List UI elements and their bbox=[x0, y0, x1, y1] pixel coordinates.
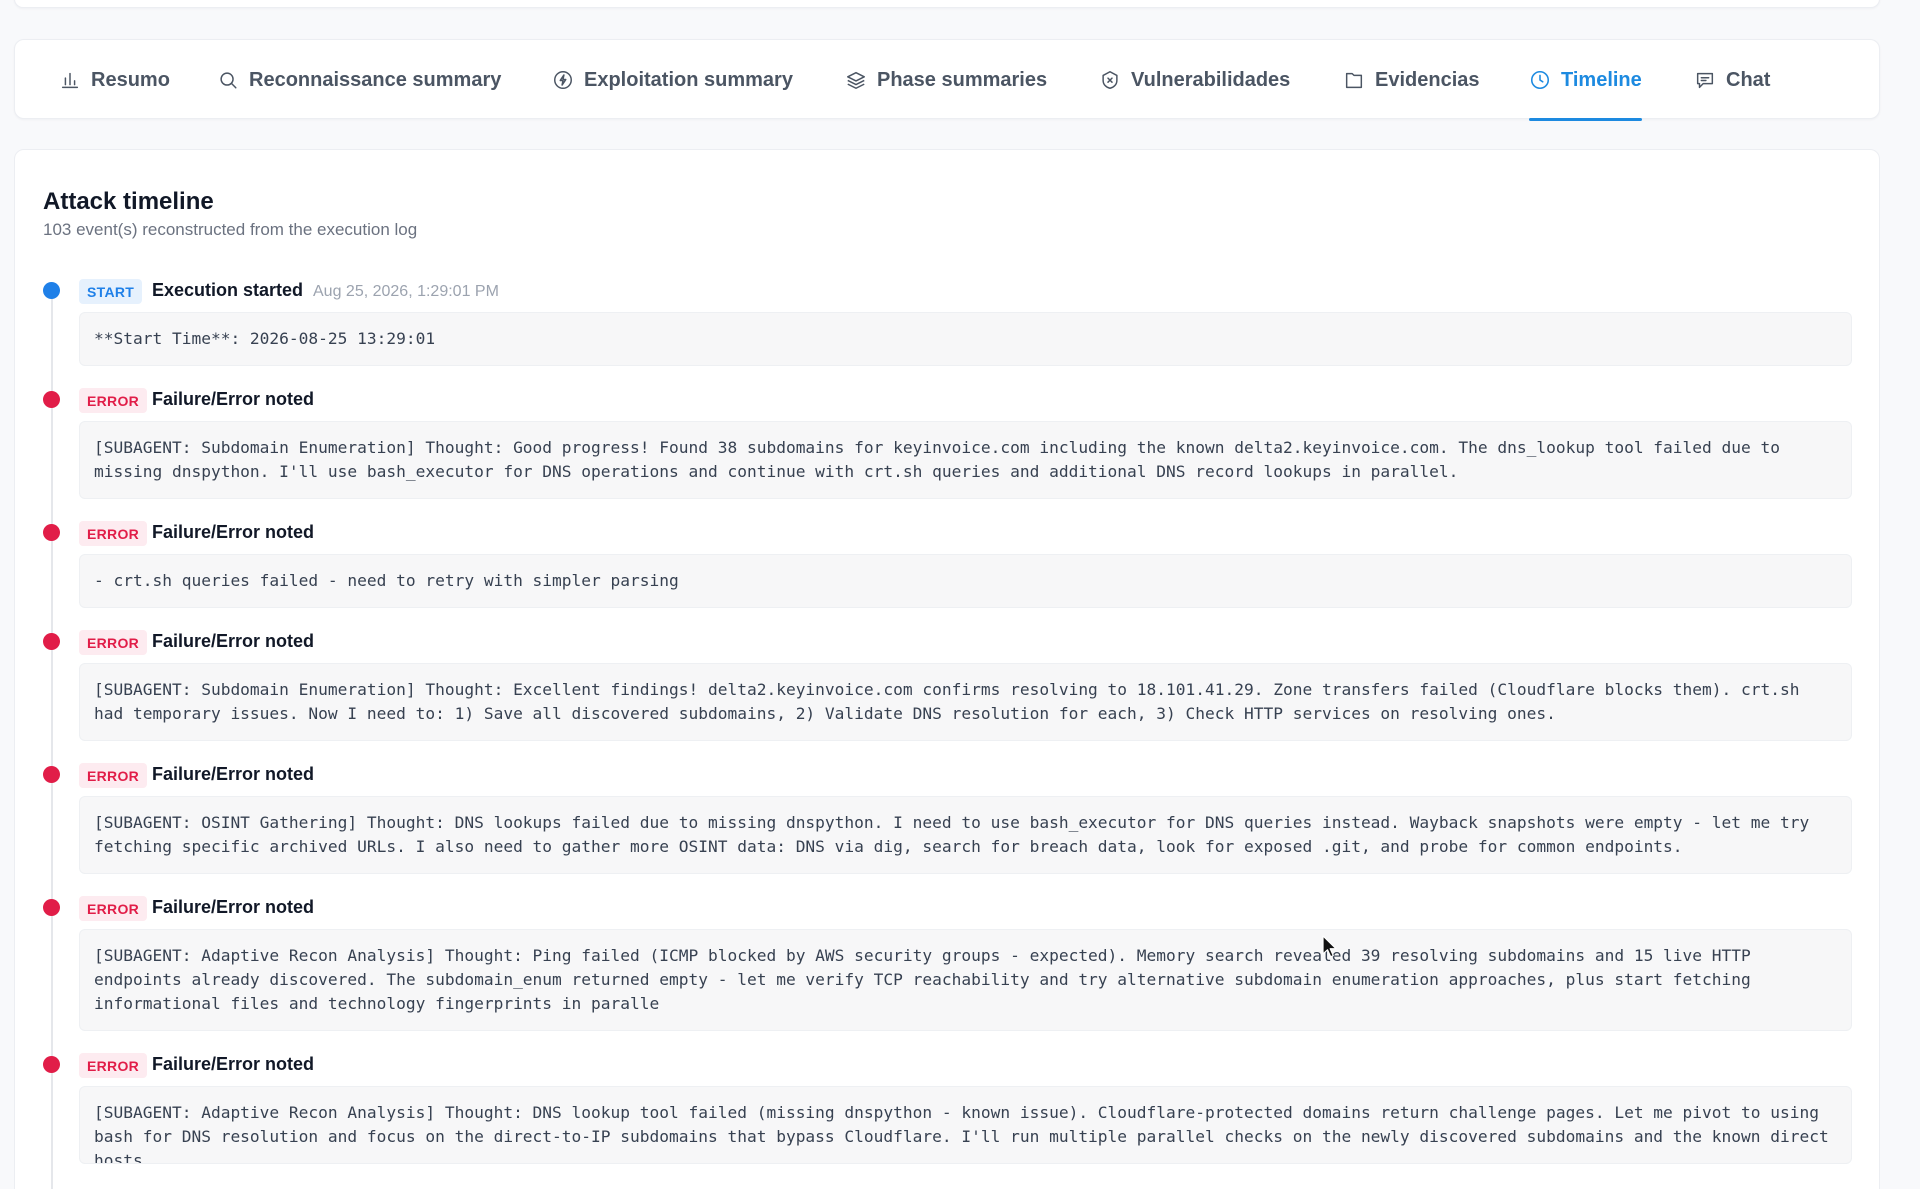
tab-label: Chat bbox=[1726, 68, 1771, 91]
event-dot bbox=[43, 766, 60, 783]
event-type-badge: ERROR bbox=[79, 896, 148, 921]
bar-chart-icon bbox=[61, 72, 79, 89]
event-type-badge: ERROR bbox=[79, 763, 148, 788]
event-type-badge: ERROR bbox=[79, 630, 148, 655]
tab-timeline[interactable]: Timeline bbox=[1529, 40, 1642, 121]
event-dot bbox=[43, 633, 60, 650]
top-panel-edge bbox=[14, 0, 1880, 8]
tab-label: Timeline bbox=[1561, 68, 1642, 91]
tab-evidencias[interactable]: Evidencias bbox=[1343, 40, 1480, 120]
shield-x-icon bbox=[1102, 71, 1118, 89]
event-type-badge: START bbox=[79, 279, 143, 304]
event-dot bbox=[43, 899, 60, 916]
event-timestamp: Aug 25, 2026, 1:29:01 PM bbox=[313, 283, 499, 300]
search-icon bbox=[220, 72, 237, 89]
tab-reconnaissance-summary[interactable]: Reconnaissance summary bbox=[217, 40, 501, 120]
event-log-text: **Start Time**: 2026-08-25 13:29:01 bbox=[79, 312, 1852, 366]
timeline-subtitle: 103 event(s) reconstructed from the exec… bbox=[43, 220, 418, 239]
timeline-rail bbox=[51, 295, 53, 1189]
tab-bar: Resumo Reconnaissance summary Exploitati… bbox=[14, 39, 1880, 121]
layers-icon bbox=[847, 71, 865, 89]
event-type-badge: ERROR bbox=[79, 1053, 148, 1078]
event-log-text: [SUBAGENT: Adaptive Recon Analysis] Thou… bbox=[79, 1086, 1852, 1164]
timeline-card: Attack timeline 103 event(s) reconstruct… bbox=[14, 149, 1880, 1189]
tab-label: Reconnaissance summary bbox=[249, 68, 502, 91]
event-log-text: - crt.sh queries failed - need to retry … bbox=[79, 554, 1852, 608]
lightning-icon bbox=[554, 71, 572, 89]
tab-chat[interactable]: Chat bbox=[1694, 40, 1770, 120]
event-dot bbox=[43, 282, 60, 299]
tab-vulnerabilidades[interactable]: Vulnerabilidades bbox=[1099, 40, 1290, 120]
event-title: Failure/Error noted bbox=[152, 631, 315, 651]
tab-phase-summaries[interactable]: Phase summaries bbox=[845, 40, 1047, 120]
event-type-badge: ERROR bbox=[79, 521, 148, 546]
event-title: Failure/Error noted bbox=[152, 1054, 315, 1074]
event-title: Failure/Error noted bbox=[152, 897, 315, 917]
tab-exploitation-summary[interactable]: Exploitation summary bbox=[552, 40, 793, 120]
chat-icon bbox=[1696, 72, 1714, 89]
tab-resumo[interactable]: Resumo bbox=[59, 40, 170, 120]
event-dot bbox=[43, 524, 60, 541]
folder-icon bbox=[1345, 72, 1363, 89]
tab-label: Exploitation summary bbox=[584, 68, 793, 91]
mouse-cursor-icon bbox=[1322, 935, 1337, 958]
event-log-text: [SUBAGENT: Subdomain Enumeration] Though… bbox=[79, 663, 1852, 741]
event-log-text: [SUBAGENT: Subdomain Enumeration] Though… bbox=[79, 421, 1852, 499]
event-dot bbox=[43, 391, 60, 408]
tab-label: Evidencias bbox=[1375, 68, 1480, 91]
event-title: Execution started bbox=[152, 280, 304, 300]
tab-label: Resumo bbox=[91, 68, 170, 91]
tab-label: Phase summaries bbox=[877, 68, 1048, 91]
event-type-badge: ERROR bbox=[79, 388, 148, 413]
event-title: Failure/Error noted bbox=[152, 389, 315, 409]
event-log-text: [SUBAGENT: OSINT Gathering] Thought: DNS… bbox=[79, 796, 1852, 874]
event-log-text: [SUBAGENT: Adaptive Recon Analysis] Thou… bbox=[79, 929, 1852, 1031]
timeline-title: Attack timeline bbox=[43, 188, 214, 215]
event-title: Failure/Error noted bbox=[152, 522, 315, 542]
event-dot bbox=[43, 1056, 60, 1073]
event-title: Failure/Error noted bbox=[152, 764, 315, 784]
clock-icon bbox=[1530, 70, 1550, 90]
tab-label: Vulnerabilidades bbox=[1131, 68, 1291, 91]
